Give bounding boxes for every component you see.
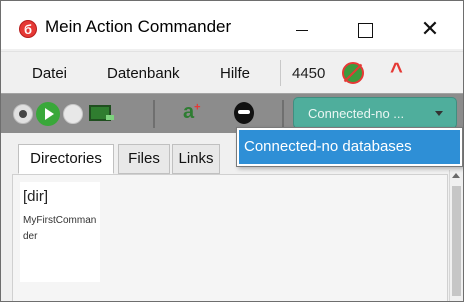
directory-name: MyFirstCommander (23, 215, 97, 242)
tab-directories[interactable]: Directories (18, 144, 114, 174)
play-icon[interactable] (36, 102, 60, 126)
vertical-scrollbar[interactable] (449, 170, 462, 301)
screen-capture-icon[interactable] (89, 105, 114, 121)
stop-icon[interactable] (63, 104, 83, 124)
connection-select-value: Connected-no ... (308, 106, 405, 121)
connection-dropdown-popup: Connected-no databases (236, 127, 463, 167)
toolbar-divider (282, 100, 284, 128)
close-button[interactable]: ✕ (407, 11, 453, 49)
chevron-down-icon[interactable] (435, 111, 443, 116)
directory-type-label: [dir] (23, 188, 49, 205)
menu-datenbank[interactable]: Datenbank (107, 65, 180, 82)
tab-links[interactable]: Links (172, 144, 220, 174)
connection-select[interactable]: Connected-no ... (293, 97, 457, 129)
directories-panel: [dir] MyFirstCommander (12, 174, 448, 301)
directory-card[interactable]: [dir] MyFirstCommander (20, 182, 100, 282)
record-icon[interactable] (13, 104, 33, 124)
bug-disabled-icon[interactable] (342, 62, 364, 84)
menu-hilfe[interactable]: Hilfe (220, 65, 250, 82)
tab-files[interactable]: Files (118, 144, 170, 174)
add-user-icon[interactable]: a+ (183, 101, 201, 124)
menu-bar: Datei Datenbank Hilfe 4450 ^ (1, 51, 463, 93)
title-bar: б Mein Action Commander ✕ (1, 1, 463, 49)
arrow-up-icon[interactable]: ^ (390, 58, 403, 84)
dropdown-option-connected-no-databases[interactable]: Connected-no databases (239, 130, 460, 164)
app-logo-icon: б (19, 20, 37, 38)
toolbar-divider (153, 100, 155, 128)
window-title: Mein Action Commander (45, 17, 232, 36)
scroll-up-icon[interactable] (452, 173, 460, 178)
maximize-button[interactable] (341, 11, 387, 49)
scroll-thumb[interactable] (452, 186, 461, 296)
app-window: б Mein Action Commander ✕ Datei Datenban… (0, 0, 464, 302)
minimize-button[interactable] (279, 11, 325, 49)
menu-datei[interactable]: Datei (32, 65, 67, 82)
count-label: 4450 (292, 65, 326, 82)
database-icon[interactable] (234, 102, 254, 124)
menu-divider (280, 60, 281, 86)
